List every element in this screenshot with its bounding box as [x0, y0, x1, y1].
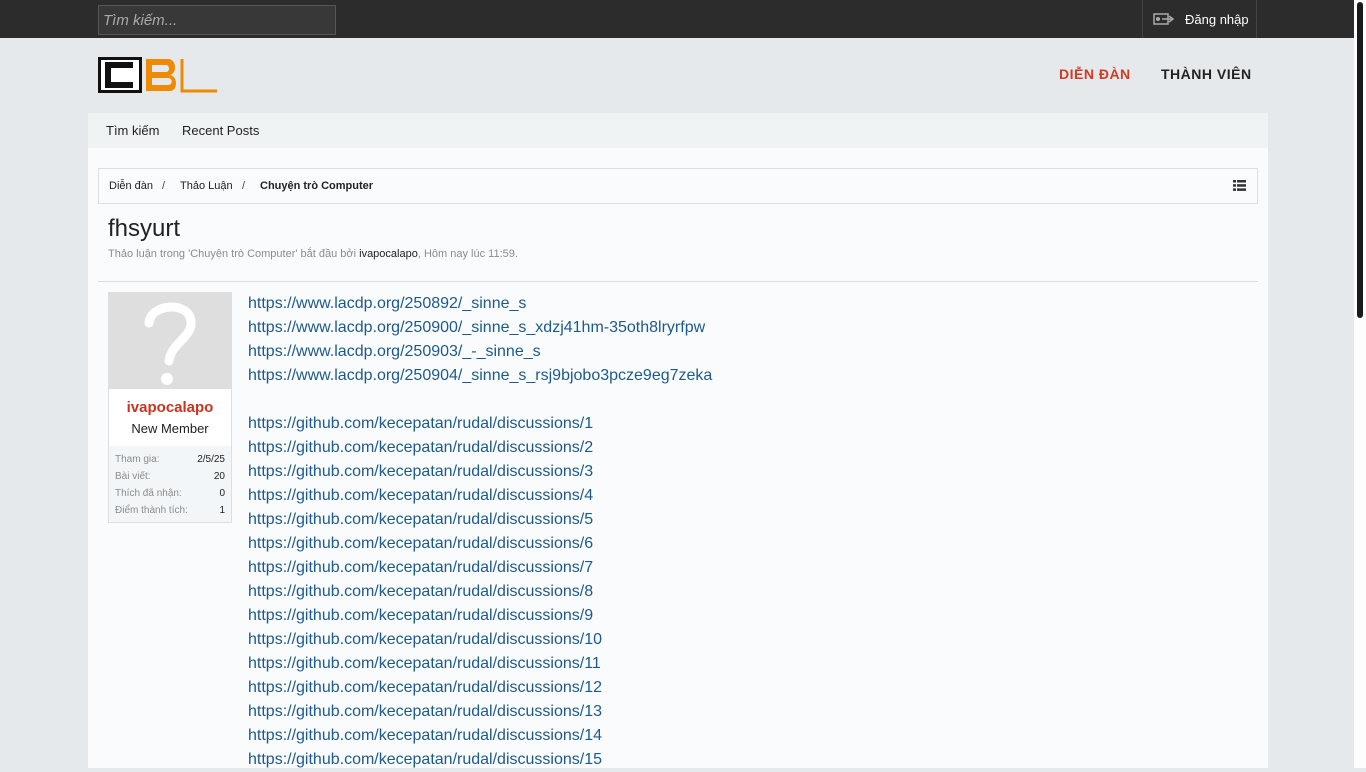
stat-row: Điểm thành tích: 1	[115, 505, 225, 516]
breadcrumb-discussion[interactable]: Thảo Luận	[180, 180, 233, 192]
breadcrumb: Diễn đàn / Thảo Luận / Chuyện trò Comput…	[98, 168, 1258, 204]
post-link[interactable]: https://www.lacdp.org/250892/_sinne_s	[248, 292, 712, 316]
user-stats: Tham gia: 2/5/25 Bài viết: 20 Thích đã n…	[109, 446, 231, 522]
post-link[interactable]: https://github.com/kecepatan/rudal/discu…	[248, 436, 712, 460]
site-logo[interactable]	[98, 57, 218, 93]
stat-label: Điểm thành tích:	[115, 505, 188, 516]
post-link[interactable]: https://github.com/kecepatan/rudal/discu…	[248, 460, 712, 484]
login-button[interactable]: Đăng nhập	[1142, 0, 1257, 38]
post-link[interactable]: https://www.lacdp.org/250903/_-_sinne_s	[248, 340, 712, 364]
breadcrumb-current[interactable]: Chuyện trò Computer	[260, 180, 373, 192]
search-input[interactable]	[98, 5, 336, 35]
post-link[interactable]: https://github.com/kecepatan/rudal/discu…	[248, 724, 712, 748]
post-link[interactable]: https://github.com/kecepatan/rudal/discu…	[248, 508, 712, 532]
stat-row: Tham gia: 2/5/25	[115, 454, 225, 465]
sub-navigation: Tìm kiếm Recent Posts	[88, 113, 1268, 148]
list-view-icon[interactable]	[1233, 180, 1246, 191]
breadcrumb-separator: /	[242, 180, 246, 192]
main-content: Diễn đàn / Thảo Luận / Chuyện trò Comput…	[88, 148, 1268, 768]
divider	[98, 281, 1258, 282]
post-link[interactable]: https://github.com/kecepatan/rudal/discu…	[248, 748, 712, 772]
login-icon	[1153, 13, 1175, 25]
post-link[interactable]: https://github.com/kecepatan/rudal/discu…	[248, 484, 712, 508]
stat-value: 2/5/25	[197, 454, 225, 465]
user-title: New Member	[131, 421, 209, 436]
post-link[interactable]: https://www.lacdp.org/250904/_sinne_s_rs…	[248, 364, 712, 388]
post-link[interactable]: https://github.com/kecepatan/rudal/discu…	[248, 604, 712, 628]
stat-row: Thích đã nhận: 0	[115, 488, 225, 499]
thread-author-link[interactable]: ivapocalapo	[359, 248, 418, 260]
nav-forum[interactable]: DIỄN ĐÀN	[1059, 66, 1131, 82]
stat-row: Bài viết: 20	[115, 471, 225, 482]
post-link[interactable]: https://github.com/kecepatan/rudal/discu…	[248, 532, 712, 556]
breadcrumb-forum[interactable]: Diễn đàn	[109, 180, 153, 192]
stat-label: Thích đã nhận:	[115, 488, 182, 499]
top-bar: Đăng nhập	[0, 0, 1366, 38]
post-spacer	[248, 388, 712, 412]
thread-meta: Thảo luận trong 'Chuyện trò Computer' bắ…	[108, 248, 518, 260]
stat-value: 0	[219, 488, 225, 499]
post-content: https://www.lacdp.org/250892/_sinne_s ht…	[248, 292, 712, 772]
user-card: ivapocalapo New Member Tham gia: 2/5/25 …	[108, 292, 232, 523]
breadcrumb-separator: /	[162, 180, 166, 192]
nav-members[interactable]: THÀNH VIÊN	[1161, 66, 1252, 82]
stat-value: 20	[213, 471, 225, 482]
subnav-recent-posts[interactable]: Recent Posts	[182, 123, 259, 138]
thread-meta-prefix: Thảo luận trong 'Chuyện trò Computer' bắ…	[108, 248, 357, 260]
post-link[interactable]: https://github.com/kecepatan/rudal/discu…	[248, 628, 712, 652]
avatar-placeholder-icon[interactable]	[109, 293, 231, 389]
page-scrollbar-thumb[interactable]	[1357, 2, 1363, 318]
post-link[interactable]: https://github.com/kecepatan/rudal/discu…	[248, 580, 712, 604]
stat-label: Bài viết:	[115, 471, 151, 482]
post-link[interactable]: https://github.com/kecepatan/rudal/discu…	[248, 652, 712, 676]
post-link[interactable]: https://github.com/kecepatan/rudal/discu…	[248, 556, 712, 580]
subnav-search[interactable]: Tìm kiếm	[106, 123, 159, 138]
user-name[interactable]: ivapocalapo	[109, 399, 231, 416]
stat-value: 1	[219, 505, 225, 516]
post-link[interactable]: https://github.com/kecepatan/rudal/discu…	[248, 412, 712, 436]
post-link[interactable]: https://github.com/kecepatan/rudal/discu…	[248, 676, 712, 700]
post-link[interactable]: https://www.lacdp.org/250900/_sinne_s_xd…	[248, 316, 712, 340]
thread-meta-date: , Hôm nay lúc 11:59.	[417, 248, 518, 260]
stat-label: Tham gia:	[115, 454, 160, 465]
login-label: Đăng nhập	[1185, 11, 1249, 27]
post-link[interactable]: https://github.com/kecepatan/rudal/discu…	[248, 700, 712, 724]
thread-title: fhsyurt	[108, 215, 181, 242]
